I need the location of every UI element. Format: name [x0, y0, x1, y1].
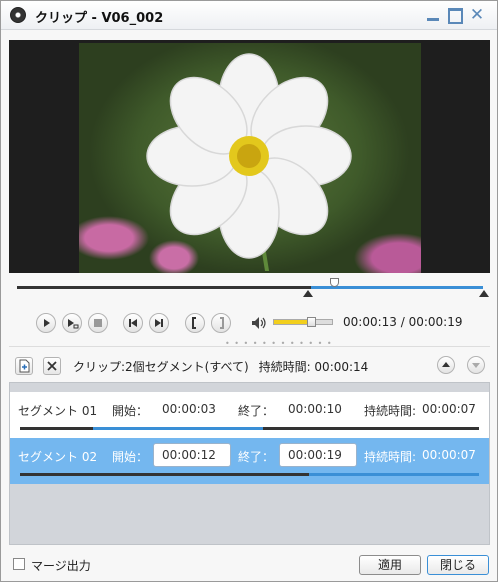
flower-image — [146, 53, 352, 271]
duration-value: 00:00:07 — [422, 402, 476, 416]
stop-button[interactable] — [88, 313, 108, 333]
add-document-icon — [19, 359, 30, 373]
mark-in-button[interactable] — [185, 313, 205, 333]
apply-button[interactable]: 適用 — [359, 555, 421, 575]
next-button[interactable] — [149, 313, 169, 333]
move-up-button[interactable] — [437, 356, 455, 374]
clip-segment-count: クリップ:2個セグメント(すべて) — [73, 360, 249, 374]
speaker-icon[interactable] — [251, 316, 267, 330]
timeline-track[interactable] — [17, 286, 483, 289]
segment-name: セグメント 02 — [18, 450, 98, 464]
divider — [9, 346, 490, 347]
merge-output-checkbox[interactable] — [13, 558, 25, 570]
segment-list: セグメント 01 開始： 00:00:03 終了： 00:00:10 持続時間:… — [9, 382, 490, 545]
start-label: 開始： — [112, 450, 149, 464]
play-button[interactable] — [36, 313, 56, 333]
duration-label: 持続時間: — [364, 450, 417, 464]
maximize-icon[interactable] — [447, 7, 463, 24]
timecode-display: 00:00:13 / 00:00:19 — [343, 315, 463, 329]
skip-back-icon — [129, 319, 137, 327]
previous-button[interactable] — [123, 313, 143, 333]
delete-x-icon — [47, 361, 57, 371]
delete-segment-button[interactable] — [43, 357, 61, 375]
close-icon[interactable]: ✕ — [469, 7, 485, 24]
segment-range-bar — [20, 427, 479, 430]
bracket-right-icon — [220, 317, 224, 329]
triangle-up-icon — [442, 362, 450, 367]
start-label: 開始： — [112, 404, 149, 418]
end-time-field[interactable]: 00:00:10 — [279, 397, 357, 421]
duration-value: 00:00:07 — [422, 448, 476, 462]
video-frame-image — [79, 43, 421, 273]
play-selection-button[interactable] — [62, 313, 82, 333]
clip-duration: 持続時間: 00:00:14 — [258, 360, 369, 374]
window-title: クリップ - V06_002 — [35, 11, 164, 26]
add-segment-button[interactable] — [15, 357, 33, 375]
move-down-button[interactable] — [467, 356, 485, 374]
triangle-down-icon — [472, 363, 480, 368]
end-time-field[interactable]: 00:00:19 — [279, 443, 357, 467]
minimize-icon[interactable] — [425, 7, 441, 23]
mark-in-handle[interactable] — [303, 290, 313, 297]
playhead-handle[interactable] — [329, 278, 339, 287]
volume-slider[interactable] — [273, 319, 333, 325]
duration-label: 持続時間: — [364, 404, 417, 418]
volume-thumb[interactable] — [306, 317, 316, 327]
segment-row[interactable]: セグメント 01 開始： 00:00:03 終了： 00:00:10 持続時間:… — [10, 392, 489, 438]
close-button[interactable]: 閉じる — [427, 555, 489, 575]
segment-name: セグメント 01 — [18, 404, 98, 418]
segment-range-bar — [20, 473, 479, 476]
video-preview — [9, 40, 490, 273]
play-icon — [44, 319, 50, 327]
play-loop-icon — [68, 319, 79, 329]
mark-out-button[interactable] — [211, 313, 231, 333]
skip-forward-icon — [155, 319, 163, 327]
clip-summary: クリップ:2個セグメント(すべて) 持続時間: 00:00:14 — [73, 358, 368, 375]
segment-range-fill — [309, 473, 479, 476]
end-label: 終了： — [238, 404, 275, 418]
segment-row-selected[interactable]: セグメント 02 開始： 00:00:12 終了： 00:00:19 持続時間:… — [10, 438, 489, 484]
end-label: 終了： — [238, 450, 275, 464]
film-reel-icon — [10, 7, 26, 23]
title-bar[interactable]: クリップ - V06_002 ✕ — [1, 1, 497, 30]
bracket-left-icon — [192, 317, 196, 329]
segment-range-fill — [93, 427, 264, 430]
stop-icon — [94, 319, 102, 327]
merge-output-label[interactable]: マージ出力 — [31, 557, 91, 574]
clip-dialog: クリップ - V06_002 ✕ 00:00:13 / 00:00:19 • •… — [0, 0, 498, 582]
mark-out-handle[interactable] — [479, 290, 489, 297]
start-time-field[interactable]: 00:00:12 — [153, 443, 231, 467]
start-time-field[interactable]: 00:00:03 — [153, 397, 231, 421]
